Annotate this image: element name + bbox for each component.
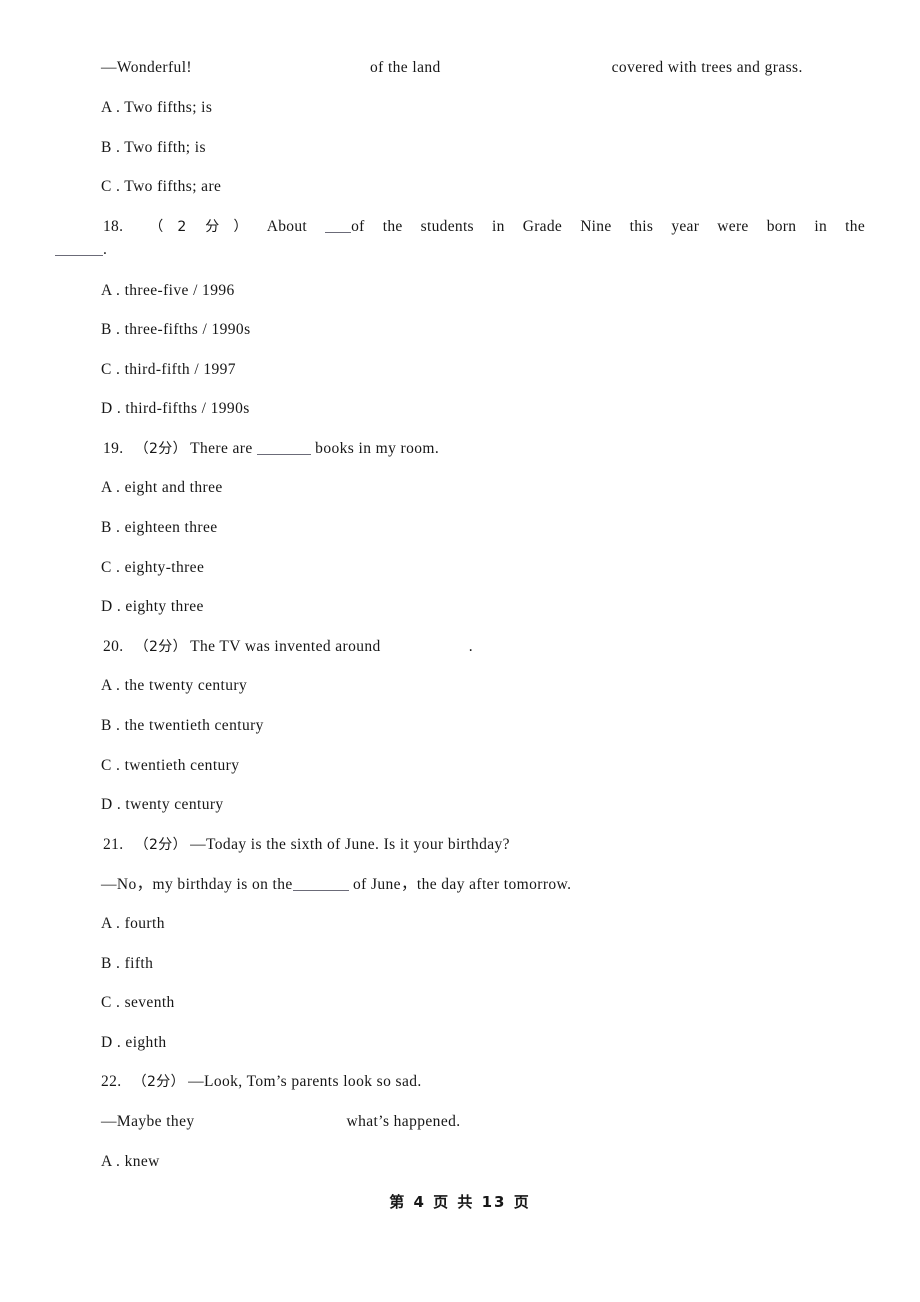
- question-stem-text-2: .: [468, 638, 473, 655]
- option-row[interactable]: B . three-fifths / 1990s: [101, 320, 251, 340]
- option-row[interactable]: A . knew: [101, 1152, 160, 1172]
- question-stem-reply-b: of June，the day after tomorrow.: [348, 876, 572, 893]
- answer-blank[interactable]: [55, 255, 103, 256]
- question-stem-text: —Today is the sixth of June. Is it your …: [190, 836, 510, 853]
- question-number: 19.: [103, 440, 124, 457]
- question-20-stem: 20. （2分） The TV was invented around.: [103, 637, 473, 657]
- option-row[interactable]: A . eight and three: [101, 478, 223, 498]
- option-row[interactable]: B . fifth: [101, 954, 153, 974]
- continued-stem-line: —Wonderful! of the land covered with trees…: [101, 58, 803, 78]
- option-row[interactable]: C . eighty-three: [101, 558, 204, 578]
- continued-stem-head: —Wonderful!: [101, 59, 192, 76]
- question-21-stem: 21. （2分） —Today is the sixth of June. Is i…: [103, 835, 510, 855]
- option-row[interactable]: D . twenty century: [101, 795, 224, 815]
- option-row[interactable]: C . Two fifths; are: [101, 177, 221, 197]
- question-18-stem-wrap: .: [55, 240, 107, 260]
- question-number: 22.: [101, 1073, 122, 1090]
- option-row[interactable]: B . Two fifth; is: [101, 138, 206, 158]
- question-number: 18.: [103, 218, 124, 235]
- question-stem-reply-a: —Maybe they: [101, 1113, 195, 1130]
- option-row[interactable]: A . Two fifths; is: [101, 98, 212, 118]
- question-21-stem-line2: —No，my birthday is on the of June，the da…: [101, 875, 571, 895]
- option-row[interactable]: A . fourth: [101, 914, 165, 934]
- answer-blank[interactable]: [256, 454, 311, 455]
- question-18-stem: 18. （2 分） About of the students in Grade N…: [103, 217, 865, 237]
- question-score: （2 分）: [135, 219, 262, 235]
- question-22-stem: 22. （2分） —Look, Tom’s parents look so sad.: [101, 1072, 422, 1092]
- option-row[interactable]: A . the twenty century: [101, 676, 247, 696]
- option-row[interactable]: C . third-fifth / 1997: [101, 360, 236, 380]
- answer-blank[interactable]: [292, 890, 349, 891]
- option-row[interactable]: D . eighth: [101, 1033, 167, 1053]
- option-row[interactable]: D . eighty three: [101, 597, 204, 617]
- question-number: 21.: [103, 836, 124, 853]
- exam-page: —Wonderful! of the land covered with trees…: [0, 0, 920, 1302]
- option-row[interactable]: C . seventh: [101, 993, 175, 1013]
- continued-stem-mid: of the land: [369, 59, 441, 76]
- page-footer: 第 4 页 共 13 页: [389, 1193, 531, 1211]
- question-stem-text: About: [266, 218, 326, 235]
- question-stem-text-2: of the students in Grade Nine this year …: [351, 218, 865, 235]
- answer-blank[interactable]: [325, 232, 352, 233]
- question-stem-wrap-tail: .: [103, 241, 108, 258]
- question-22-stem-line2: —Maybe they what’s happened.: [101, 1112, 461, 1132]
- question-19-stem: 19. （2分） There are books in my room.: [103, 439, 439, 459]
- option-row[interactable]: B . the twentieth century: [101, 716, 264, 736]
- continued-stem-tail: covered with trees and grass.: [611, 59, 803, 76]
- question-number: 20.: [103, 638, 124, 655]
- question-stem-reply-b: what’s happened.: [346, 1113, 461, 1130]
- question-score: （2分）: [134, 441, 188, 457]
- option-row[interactable]: A . three-five / 1996: [101, 281, 235, 301]
- option-row[interactable]: C . twentieth century: [101, 756, 239, 776]
- question-score: （2分）: [132, 1074, 186, 1090]
- question-stem-text-2: books in my room.: [310, 440, 440, 457]
- question-score: （2分）: [134, 639, 188, 655]
- question-stem-text: The TV was invented around: [190, 638, 381, 655]
- option-row[interactable]: D . third-fifths / 1990s: [101, 399, 250, 419]
- question-stem-text: —Look, Tom’s parents look so sad.: [188, 1073, 422, 1090]
- option-row[interactable]: B . eighteen three: [101, 518, 218, 538]
- question-stem-text: There are: [190, 440, 257, 457]
- question-score: （2分）: [134, 837, 188, 853]
- question-stem-reply-a: —No，my birthday is on the: [101, 876, 293, 893]
